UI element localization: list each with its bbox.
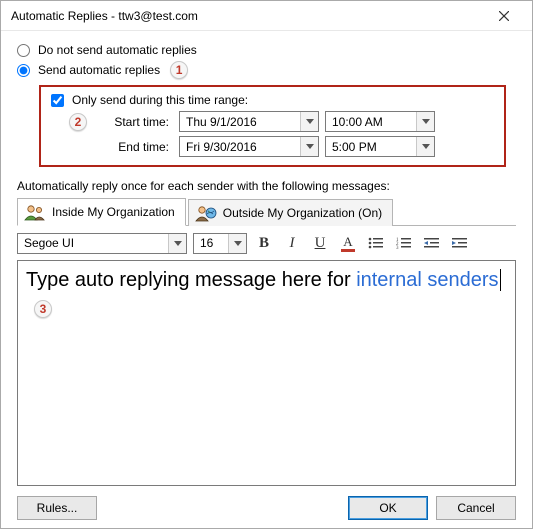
- number-list-button[interactable]: 1 2 3: [393, 232, 415, 254]
- bullet-list-icon: [368, 236, 384, 250]
- tab-inside-org[interactable]: Inside My Organization: [17, 198, 186, 226]
- globe-icon: [195, 204, 217, 222]
- chevron-down-icon: [416, 137, 434, 156]
- radio-do-not-send-input[interactable]: [17, 44, 30, 57]
- start-date-value: Thu 9/1/2016: [180, 115, 300, 129]
- rules-button[interactable]: Rules...: [17, 496, 97, 520]
- time-grid: 2 Start time: Thu 9/1/2016 10:00 AM End …: [69, 111, 494, 157]
- radio-do-not-send[interactable]: Do not send automatic replies: [17, 43, 516, 57]
- radio-do-not-send-label: Do not send automatic replies: [38, 43, 197, 57]
- radio-send[interactable]: Send automatic replies 1: [17, 61, 516, 79]
- start-time-combo[interactable]: 10:00 AM: [325, 111, 435, 132]
- tab-inside-label: Inside My Organization: [52, 205, 175, 219]
- tab-outside-label: Outside My Organization (On): [223, 206, 382, 220]
- font-family-value: Segoe UI: [18, 236, 168, 250]
- font-color-glyph: A: [343, 235, 352, 248]
- editor-text-1: Type auto replying message here for: [26, 269, 356, 291]
- radio-send-input[interactable]: [17, 64, 30, 77]
- number-list-icon: 1 2 3: [396, 236, 412, 250]
- bullet-list-button[interactable]: [365, 232, 387, 254]
- close-icon: [499, 11, 509, 21]
- tab-outside-org[interactable]: Outside My Organization (On): [188, 199, 393, 226]
- radio-send-label: Send automatic replies: [38, 63, 160, 77]
- chevron-down-icon: [228, 234, 246, 253]
- tab-strip: Inside My Organization Outside My Organi…: [17, 197, 516, 226]
- text-caret: [500, 269, 501, 291]
- message-editor[interactable]: Type auto replying message here for inte…: [17, 260, 516, 486]
- font-size-value: 16: [194, 236, 228, 250]
- indent-icon: [452, 236, 468, 250]
- callout-2: 2: [69, 113, 87, 131]
- people-icon: [24, 203, 46, 221]
- ok-button[interactable]: OK: [348, 496, 428, 520]
- start-date-combo[interactable]: Thu 9/1/2016: [179, 111, 319, 132]
- chevron-down-icon: [168, 234, 186, 253]
- font-family-combo[interactable]: Segoe UI: [17, 233, 187, 254]
- editor-text-2: internal senders: [356, 269, 498, 291]
- end-date-value: Fri 9/30/2016: [180, 140, 300, 154]
- dialog-body: Do not send automatic replies Send autom…: [1, 31, 532, 528]
- callout-1: 1: [170, 61, 188, 79]
- outdent-button[interactable]: [421, 232, 443, 254]
- chevron-down-icon: [416, 112, 434, 131]
- callout-3: 3: [34, 300, 52, 318]
- outdent-icon: [424, 236, 440, 250]
- check-only-send-range[interactable]: Only send during this time range:: [51, 93, 494, 107]
- chevron-down-icon: [300, 112, 318, 131]
- italic-button[interactable]: I: [281, 232, 303, 254]
- dialog-window: Automatic Replies - ttw3@test.com Do not…: [0, 0, 533, 529]
- bold-button[interactable]: B: [253, 232, 275, 254]
- window-title: Automatic Replies - ttw3@test.com: [11, 9, 484, 23]
- font-color-button[interactable]: A: [337, 232, 359, 254]
- cancel-button[interactable]: Cancel: [436, 496, 516, 520]
- end-time-combo[interactable]: 5:00 PM: [325, 136, 435, 157]
- indent-button[interactable]: [449, 232, 471, 254]
- check-only-send-range-input[interactable]: [51, 94, 64, 107]
- font-color-bar: [341, 249, 355, 252]
- section-label: Automatically reply once for each sender…: [17, 179, 516, 193]
- font-size-combo[interactable]: 16: [193, 233, 247, 254]
- start-time-value: 10:00 AM: [326, 115, 416, 129]
- start-time-label: Start time:: [103, 115, 173, 129]
- close-button[interactable]: [484, 2, 524, 30]
- svg-text:3: 3: [396, 246, 399, 250]
- underline-button[interactable]: U: [309, 232, 331, 254]
- chevron-down-icon: [300, 137, 318, 156]
- editor-toolbar: Segoe UI 16 B I U A: [17, 226, 516, 260]
- timerange-box: Only send during this time range: 2 Star…: [39, 85, 506, 167]
- check-only-send-range-label: Only send during this time range:: [72, 93, 248, 107]
- end-time-value: 5:00 PM: [326, 140, 416, 154]
- titlebar: Automatic Replies - ttw3@test.com: [1, 1, 532, 31]
- dialog-footer: Rules... OK Cancel: [17, 486, 516, 520]
- end-date-combo[interactable]: Fri 9/30/2016: [179, 136, 319, 157]
- end-time-label: End time:: [103, 140, 173, 154]
